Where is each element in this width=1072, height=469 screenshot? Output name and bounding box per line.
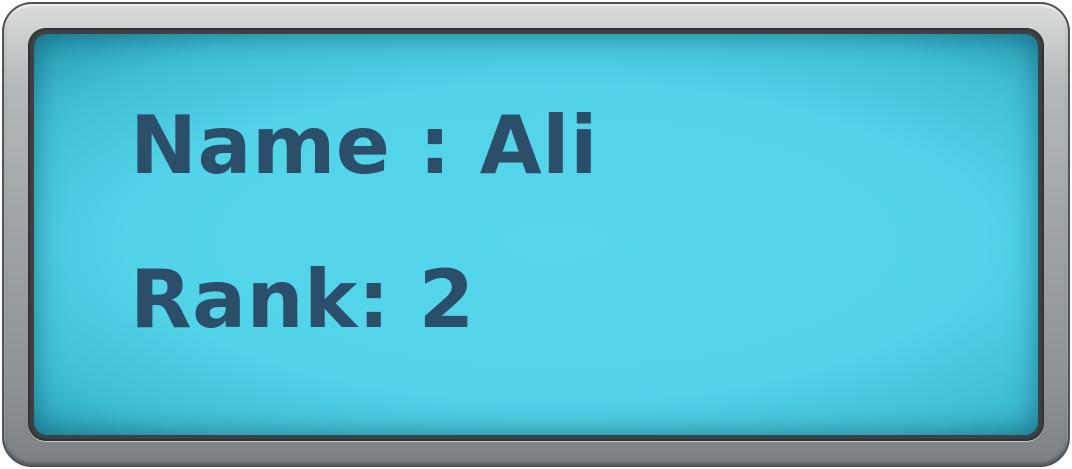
- panel-screen: Name : Ali Rank: 2: [34, 34, 1038, 435]
- player-rank-label: Rank: 2: [130, 253, 475, 346]
- player-info-panel: Name : Ali Rank: 2: [2, 2, 1070, 467]
- player-name-label: Name : Ali: [130, 99, 599, 192]
- panel-rim: Name : Ali Rank: 2: [28, 28, 1044, 441]
